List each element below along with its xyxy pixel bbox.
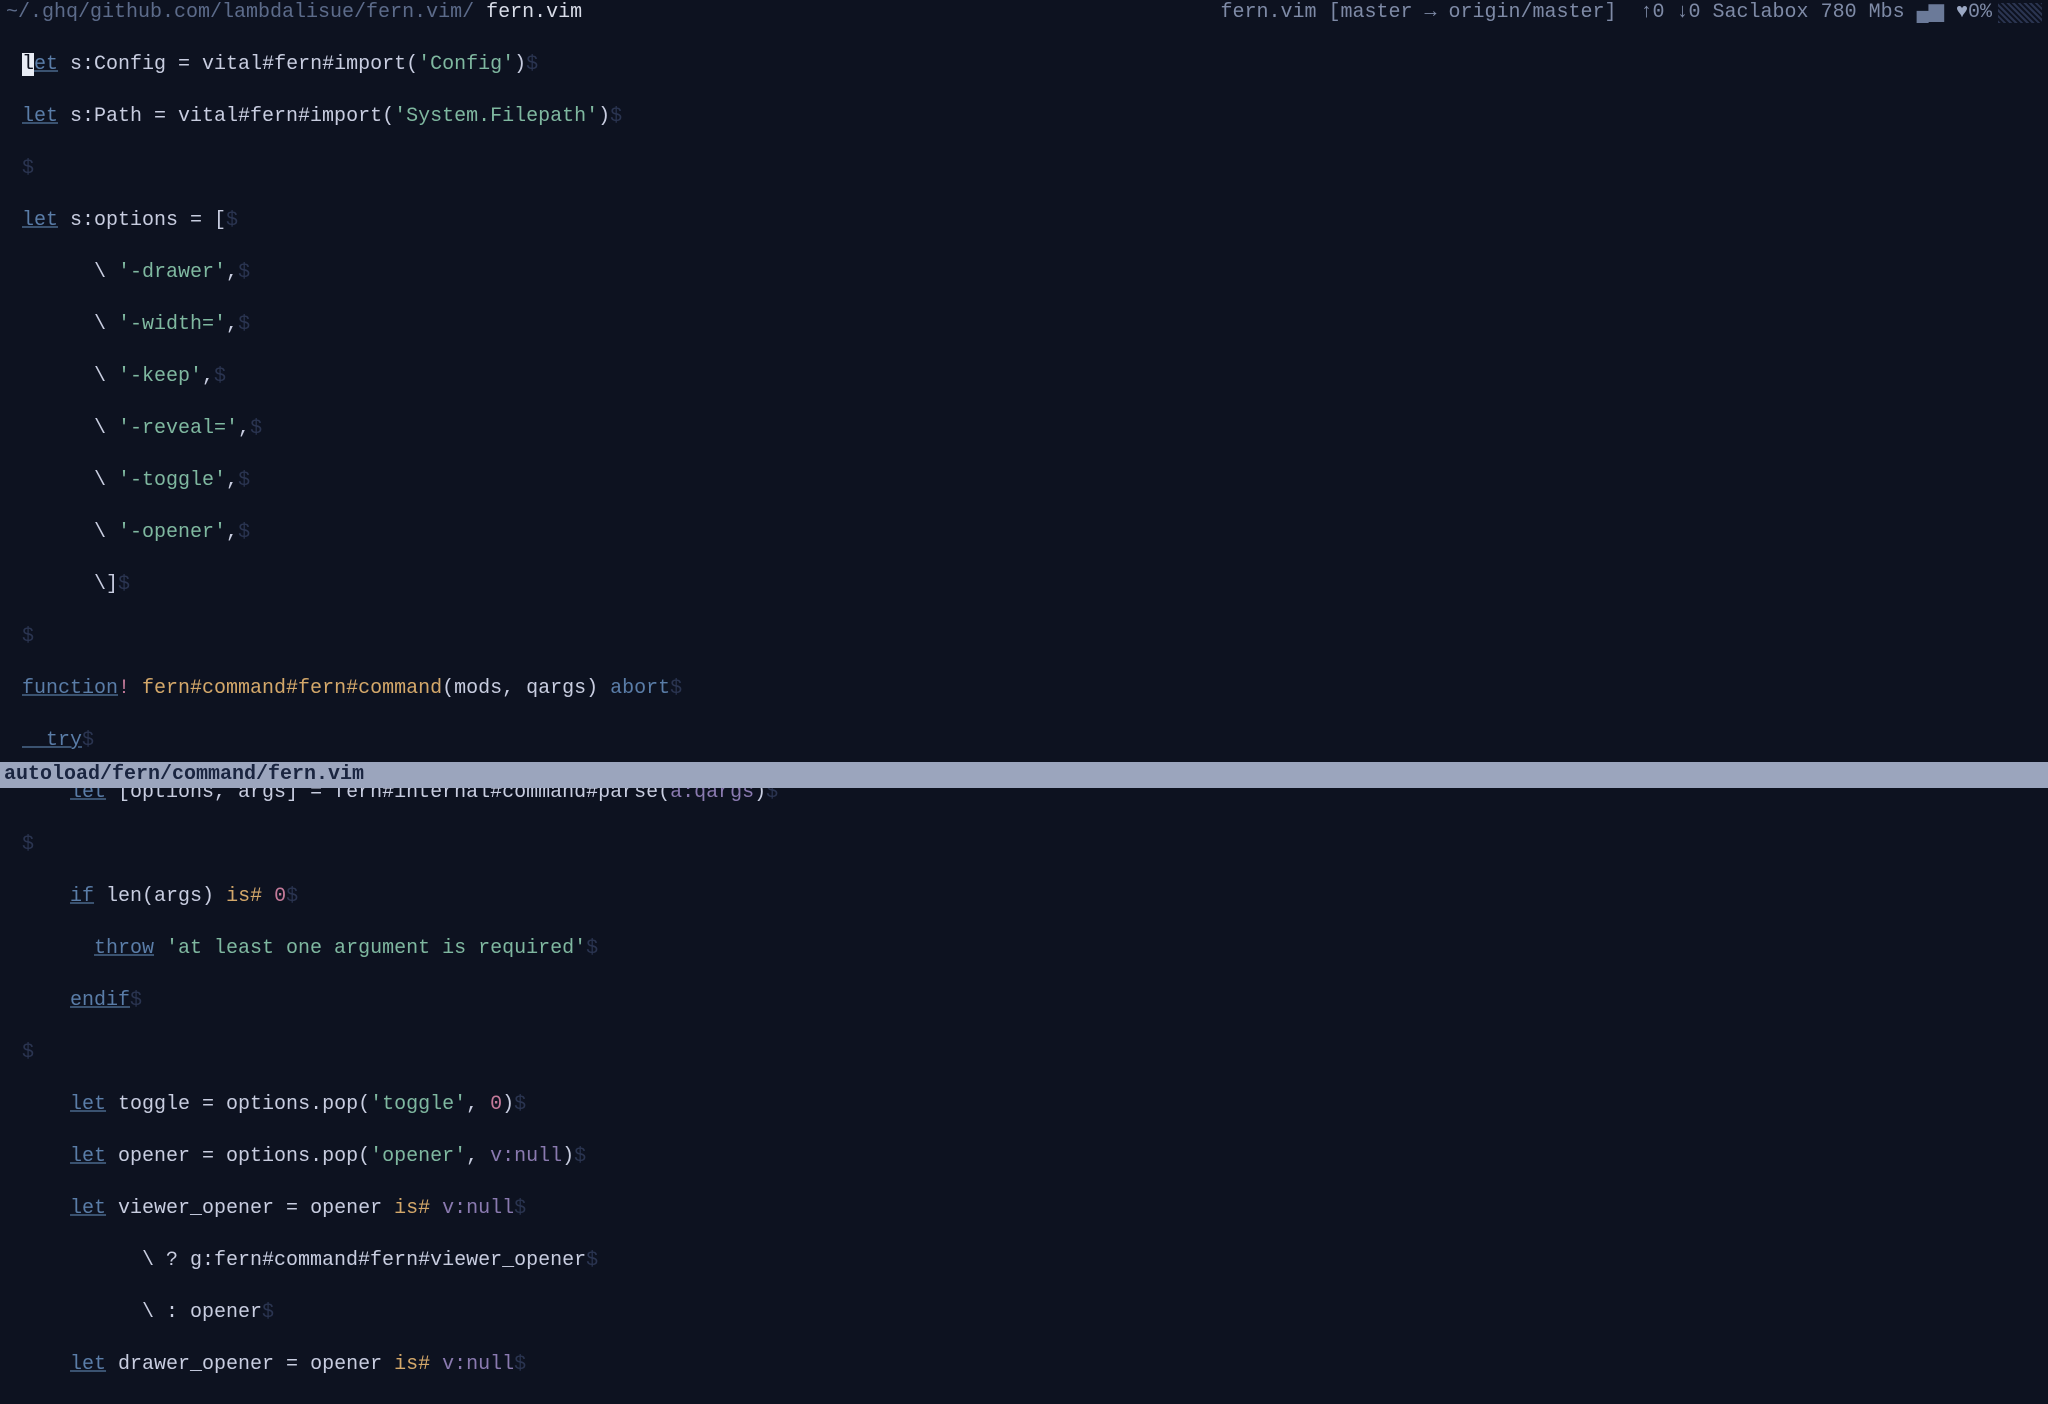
file-name: fern.vim: [486, 0, 582, 26]
code-line: try$: [22, 728, 2026, 754]
signal-icon: ▄▆: [1917, 0, 1944, 26]
code-line: \ : opener$: [22, 1300, 2026, 1326]
code-line: $: [22, 624, 2026, 650]
statusline: autoload/fern/command/fern.vim: [0, 762, 2048, 788]
git-ahead-behind: ↑0 ↓0: [1617, 0, 1713, 26]
code-line: \ ? g:fern#command#fern#viewer_opener$: [22, 1248, 2026, 1274]
code-line: let toggle = options.pop('toggle', 0)$: [22, 1092, 2026, 1118]
battery-percent: 0%: [1968, 0, 1992, 26]
editor-viewport[interactable]: let s:Config = vital#fern#import('Config…: [0, 26, 2048, 1404]
status-filepath: autoload/fern/command/fern.vim: [4, 762, 364, 788]
code-line: \]$: [22, 572, 2026, 598]
code-line: \ '-keep',$: [22, 364, 2026, 390]
code-line: $: [22, 1040, 2026, 1066]
git-branch: fern.vim [master → origin/master]: [1220, 0, 1616, 26]
network-speed: 780 Mbs: [1821, 0, 1917, 26]
code-line: let viewer_opener = opener is# v:null$: [22, 1196, 2026, 1222]
code-line: endif$: [22, 988, 2026, 1014]
code-line: \ '-width=',$: [22, 312, 2026, 338]
code-line: let s:options = [$: [22, 208, 2026, 234]
code-line: $: [22, 832, 2026, 858]
code-line: throw 'at least one argument is required…: [22, 936, 2026, 962]
cursor: l: [22, 53, 34, 76]
file-path: ~/.ghq/github.com/lambdalisue/fern.vim/: [6, 0, 486, 26]
hostname: Saclabox: [1713, 0, 1821, 26]
titlebar-right: fern.vim [master → origin/master] ↑0 ↓0 …: [1220, 0, 2042, 26]
heart-icon: ♥: [1944, 0, 1968, 26]
code-line: let drawer_opener = opener is# v:null$: [22, 1352, 2026, 1378]
code-line: $: [22, 156, 2026, 182]
code-line: \ '-drawer',$: [22, 260, 2026, 286]
code-line: function! fern#command#fern#command(mods…: [22, 676, 2026, 702]
code-line: let opener = options.pop('opener', v:nul…: [22, 1144, 2026, 1170]
code-line: let s:Config = vital#fern#import('Config…: [22, 52, 2026, 78]
code-line: if len(args) is# 0$: [22, 884, 2026, 910]
code-line: \ '-reveal=',$: [22, 416, 2026, 442]
titlebar-left: ~/.ghq/github.com/lambdalisue/fern.vim/ …: [6, 0, 582, 26]
hatched-pattern: [1998, 3, 2042, 23]
code-line: let s:Path = vital#fern#import('System.F…: [22, 104, 2026, 130]
code-line: \ '-toggle',$: [22, 468, 2026, 494]
code-line: \ '-opener',$: [22, 520, 2026, 546]
titlebar: ~/.ghq/github.com/lambdalisue/fern.vim/ …: [0, 0, 2048, 26]
